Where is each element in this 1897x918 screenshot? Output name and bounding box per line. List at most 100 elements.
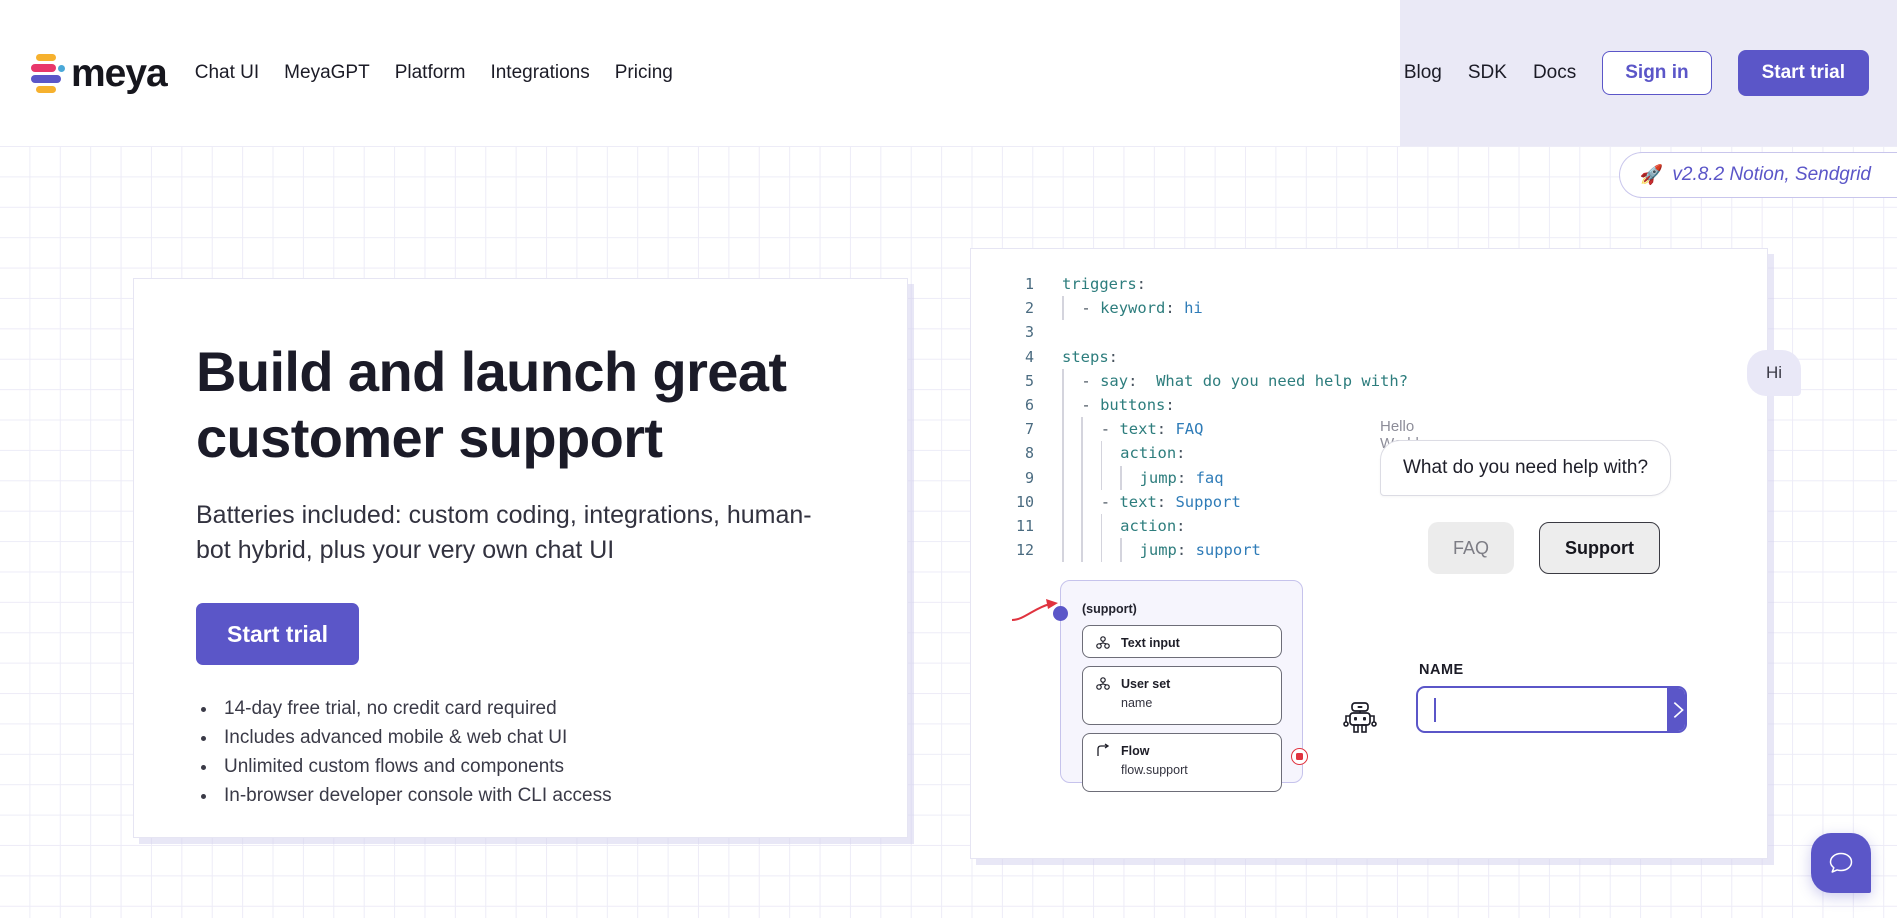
nav-item-pricing[interactable]: Pricing bbox=[615, 62, 673, 84]
indent-guides bbox=[1062, 490, 1101, 514]
code-line-content: jump: faq bbox=[1140, 466, 1224, 490]
brand-logo[interactable]: meya bbox=[30, 51, 167, 95]
flow-card-title: Flow bbox=[1121, 744, 1149, 758]
flow-card-text-input[interactable]: Text input bbox=[1082, 625, 1282, 658]
flow-card-title: Text input bbox=[1121, 636, 1180, 650]
code-line: 12 jump: support bbox=[1000, 538, 1408, 562]
code-line: 8 action: bbox=[1000, 441, 1408, 465]
code-line-number: 10 bbox=[1000, 490, 1034, 514]
component-icon bbox=[1095, 676, 1111, 692]
list-item: 14-day free trial, no credit card requir… bbox=[218, 695, 843, 724]
code-line-content: jump: support bbox=[1140, 538, 1261, 562]
code-line-number: 1 bbox=[1000, 272, 1034, 296]
nav-item-platform[interactable]: Platform bbox=[395, 62, 466, 84]
primary-nav: Chat UI MeyaGPT Platform Integrations Pr… bbox=[195, 62, 673, 84]
page-title: Build and launch great customer support bbox=[196, 339, 816, 470]
nav-item-docs[interactable]: Docs bbox=[1533, 62, 1576, 84]
code-editor[interactable]: 1 triggers: 2 - keyword: hi 34 steps: 5 - say: … bbox=[1000, 272, 1408, 562]
code-line: 6 - buttons: bbox=[1000, 393, 1408, 417]
hero-benefit-list: 14-day free trial, no credit card requir… bbox=[218, 695, 843, 811]
indent-guides bbox=[1062, 369, 1081, 393]
nav-item-meyagpt[interactable]: MeyaGPT bbox=[284, 62, 370, 84]
indent-guides bbox=[1062, 538, 1140, 562]
chat-input-label: NAME bbox=[1419, 662, 1464, 678]
code-line-number: 4 bbox=[1000, 345, 1034, 369]
site-header: meya Chat UI MeyaGPT Platform Integratio… bbox=[0, 0, 1897, 146]
version-badge[interactable]: 🚀 v2.8.2 Notion, Sendgrid bbox=[1619, 152, 1897, 198]
stop-icon bbox=[1291, 748, 1308, 765]
code-line-content: triggers: bbox=[1062, 272, 1146, 296]
code-line-content: action: bbox=[1120, 441, 1185, 465]
chat-message-user: Hi bbox=[1747, 350, 1801, 396]
list-item: In-browser developer console with CLI ac… bbox=[218, 782, 843, 811]
code-line-number: 8 bbox=[1000, 441, 1034, 465]
nav-item-integrations[interactable]: Integrations bbox=[490, 62, 589, 84]
indent-guides bbox=[1062, 296, 1081, 320]
flow-card-subtitle: name bbox=[1121, 696, 1269, 710]
code-line: 5 - say: What do you need help with? bbox=[1000, 369, 1408, 393]
version-badge-text: v2.8.2 Notion, Sendgrid bbox=[1672, 164, 1871, 186]
code-line: 2 - keyword: hi bbox=[1000, 296, 1408, 320]
flow-jump-icon bbox=[1095, 743, 1111, 759]
flow-label: (support) bbox=[1082, 602, 1137, 616]
code-line: 1 triggers: bbox=[1000, 272, 1408, 296]
code-line: 9 jump: faq bbox=[1000, 466, 1408, 490]
code-line: 10 - text: Support bbox=[1000, 490, 1408, 514]
chevron-right-icon bbox=[1667, 699, 1687, 721]
flow-card-title: User set bbox=[1121, 677, 1170, 691]
code-line-content: - buttons: bbox=[1081, 393, 1174, 417]
code-line: 4 steps: bbox=[1000, 345, 1408, 369]
indent-guides bbox=[1062, 417, 1101, 441]
sign-in-button[interactable]: Sign in bbox=[1602, 51, 1711, 95]
chat-widget-button[interactable] bbox=[1811, 833, 1871, 893]
indent-guides bbox=[1062, 514, 1120, 538]
hero-card: Build and launch great customer support … bbox=[133, 278, 908, 838]
send-button[interactable] bbox=[1667, 688, 1687, 731]
brand-name: meya bbox=[71, 54, 167, 93]
code-line-content: - keyword: hi bbox=[1081, 296, 1202, 320]
secondary-nav: Blog SDK Docs Sign in Start trial bbox=[1404, 0, 1869, 146]
quick-reply-row: FAQ Support bbox=[1428, 522, 1660, 574]
list-item: Unlimited custom flows and components bbox=[218, 753, 843, 782]
code-line-number: 5 bbox=[1000, 369, 1034, 393]
start-trial-button-hero[interactable]: Start trial bbox=[196, 603, 359, 665]
rocket-icon: 🚀 bbox=[1640, 166, 1664, 185]
code-line-content: - say: What do you need help with? bbox=[1081, 369, 1408, 393]
start-trial-button-header[interactable]: Start trial bbox=[1738, 50, 1869, 96]
component-icon bbox=[1095, 635, 1111, 651]
indent-guides bbox=[1062, 466, 1140, 490]
quick-reply-support[interactable]: Support bbox=[1539, 522, 1660, 574]
chat-text-input[interactable] bbox=[1418, 688, 1667, 708]
code-line-number: 11 bbox=[1000, 514, 1034, 538]
code-line-content: action: bbox=[1120, 514, 1185, 538]
list-item: Includes advanced mobile & web chat UI bbox=[218, 724, 843, 753]
code-line-number: 3 bbox=[1000, 320, 1034, 344]
code-line-number: 2 bbox=[1000, 296, 1034, 320]
indent-guides bbox=[1062, 441, 1120, 465]
code-line-number: 6 bbox=[1000, 393, 1034, 417]
flow-card-user-set[interactable]: User set name bbox=[1082, 666, 1282, 725]
flow-entry-dot-icon bbox=[1053, 606, 1068, 621]
flow-card-flow[interactable]: Flow flow.support bbox=[1082, 733, 1282, 792]
flow-card-subtitle: flow.support bbox=[1121, 763, 1269, 777]
nav-item-sdk[interactable]: SDK bbox=[1468, 62, 1507, 84]
code-line-content: steps: bbox=[1062, 345, 1118, 369]
indent-guides bbox=[1062, 393, 1081, 417]
chat-message-bot: What do you need help with? bbox=[1380, 440, 1671, 496]
nav-item-blog[interactable]: Blog bbox=[1404, 62, 1442, 84]
code-line: 7- text: FAQ bbox=[1000, 417, 1408, 441]
code-line-content: - text: FAQ bbox=[1101, 417, 1204, 441]
code-line-number: 9 bbox=[1000, 466, 1034, 490]
code-line: 3 bbox=[1000, 320, 1408, 344]
chat-input-wrapper bbox=[1416, 686, 1687, 733]
chat-bubble-icon bbox=[1826, 848, 1856, 878]
hero-subtitle: Batteries included: custom coding, integ… bbox=[196, 498, 836, 567]
text-caret bbox=[1434, 698, 1436, 722]
code-line-number: 12 bbox=[1000, 538, 1034, 562]
robot-icon bbox=[1340, 697, 1380, 737]
code-line-content: - text: Support bbox=[1101, 490, 1241, 514]
nav-item-chat-ui[interactable]: Chat UI bbox=[195, 62, 259, 84]
quick-reply-faq[interactable]: FAQ bbox=[1428, 522, 1514, 574]
code-line: 11 action: bbox=[1000, 514, 1408, 538]
meya-bars-logo-icon bbox=[30, 51, 62, 95]
